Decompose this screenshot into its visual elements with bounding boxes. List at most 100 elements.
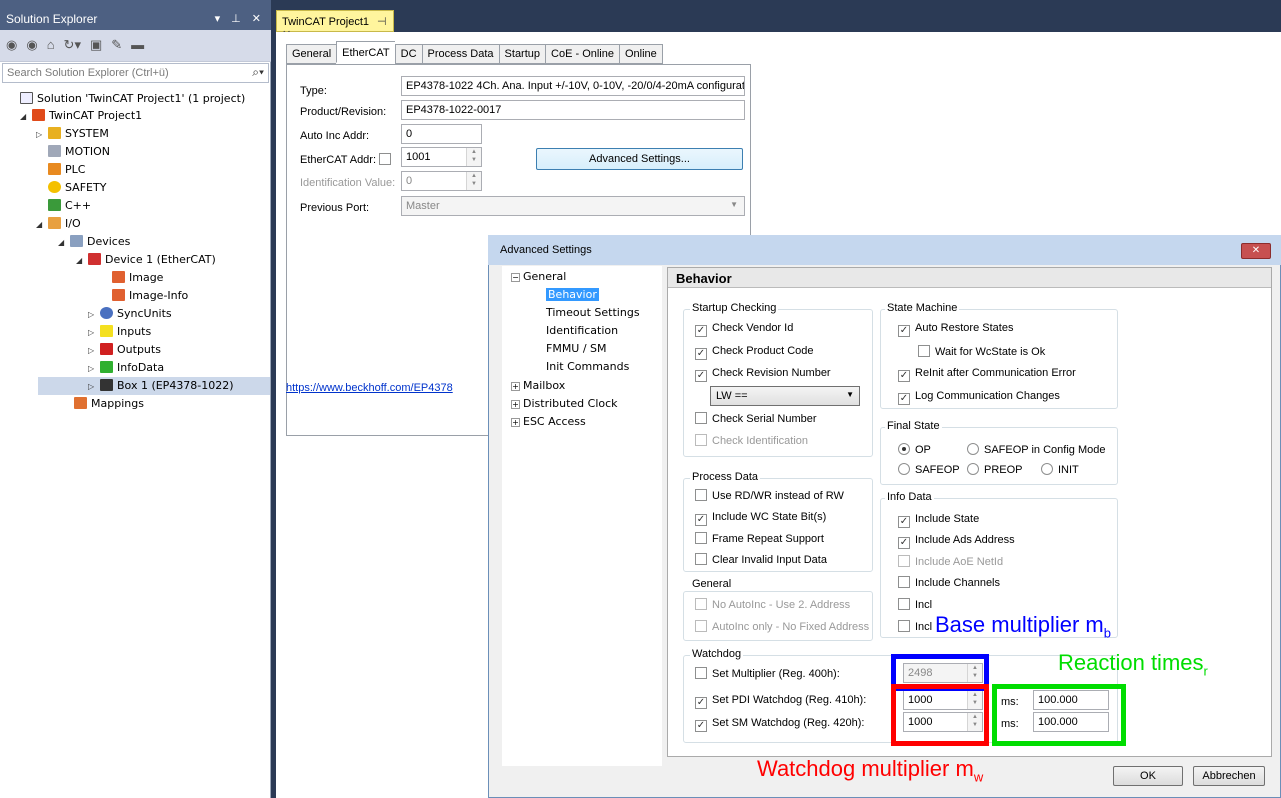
tree-fmmu[interactable]: FMMU / SM: [546, 342, 607, 355]
autoinc-field[interactable]: 0: [401, 124, 482, 144]
checkbox-icon[interactable]: [918, 345, 930, 357]
tree-mailbox[interactable]: + Mailbox: [511, 379, 565, 392]
check-incl6[interactable]: Incl: [898, 620, 932, 633]
collapsed-arrow-icon[interactable]: ▷: [88, 324, 100, 342]
radio-icon[interactable]: [967, 463, 979, 475]
checkbox-icon[interactable]: [695, 667, 707, 679]
tree-item-cpp[interactable]: C++: [48, 197, 91, 215]
check-channels[interactable]: Include Channels: [898, 576, 1000, 589]
panel-controls[interactable]: ▾ ⊥ ✕: [215, 12, 265, 25]
ok-button[interactable]: OK: [1113, 766, 1183, 786]
radio-icon[interactable]: [967, 443, 979, 455]
radio-safeop-config[interactable]: SAFEOP in Config Mode: [967, 443, 1105, 456]
radio-init[interactable]: INIT: [1041, 463, 1079, 476]
advanced-settings-button[interactable]: Advanced Settings...: [536, 148, 743, 170]
expand-icon[interactable]: +: [511, 382, 520, 391]
tree-item-device1[interactable]: ◢ Device 1 (EtherCAT): [76, 251, 216, 269]
expanded-arrow-icon[interactable]: ◢: [58, 234, 70, 252]
collapsed-arrow-icon[interactable]: ▷: [88, 378, 100, 396]
tree-item-mappings[interactable]: Mappings: [74, 395, 144, 413]
tree-item-image[interactable]: Image: [112, 269, 163, 287]
tab-ethercat[interactable]: EtherCAT: [336, 41, 395, 63]
checkbox-checked-icon[interactable]: ✓: [898, 516, 910, 528]
check-pdi-watchdog[interactable]: ✓ Set PDI Watchdog (Reg. 410h):: [695, 694, 866, 709]
search-input[interactable]: Search Solution Explorer (Ctrl+ü) ⌕▾: [2, 63, 269, 83]
ethercat-addr-field[interactable]: 1001 ▲ ▼: [401, 147, 482, 167]
tree-item-safety[interactable]: SAFETY: [48, 179, 106, 197]
checkbox-checked-icon[interactable]: ✓: [898, 537, 910, 549]
tree-timeout[interactable]: Timeout Settings: [546, 306, 640, 319]
check-set-multiplier[interactable]: Set Multiplier (Reg. 400h):: [695, 667, 840, 680]
collapsed-arrow-icon[interactable]: ▷: [88, 360, 100, 378]
checkbox-checked-icon[interactable]: ✓: [695, 720, 707, 732]
check-clear[interactable]: Clear Invalid Input Data: [695, 553, 827, 566]
product-link[interactable]: https://www.beckhoff.com/EP4378: [286, 382, 453, 394]
tree-item-image-info[interactable]: Image-Info: [112, 287, 188, 305]
collapse-icon[interactable]: ▣: [90, 37, 102, 53]
pin-icon[interactable]: ▬: [131, 37, 144, 52]
tree-identification[interactable]: Identification: [546, 324, 618, 337]
back-icon[interactable]: ◉: [6, 37, 17, 53]
properties-icon[interactable]: ✎: [111, 37, 122, 53]
check-rdwr[interactable]: Use RD/WR instead of RW: [695, 489, 844, 502]
check-state[interactable]: ✓ Include State: [898, 513, 979, 528]
check-ads[interactable]: ✓ Include Ads Address: [898, 534, 1015, 549]
tab-online[interactable]: Online: [619, 44, 663, 64]
tree-esc[interactable]: + ESC Access: [511, 415, 586, 428]
checkbox-icon[interactable]: [695, 553, 707, 565]
check-sm-watchdog[interactable]: ✓ Set SM Watchdog (Reg. 420h):: [695, 717, 864, 732]
radio-op[interactable]: OP: [898, 443, 931, 456]
collapse-icon[interactable]: −: [511, 273, 520, 282]
type-field[interactable]: EP4378-1022 4Ch. Ana. Input +/-10V, 0-10…: [401, 76, 745, 96]
forward-icon[interactable]: ◉: [26, 37, 37, 53]
radio-safeop[interactable]: SAFEOP: [898, 463, 960, 476]
expand-icon[interactable]: +: [511, 400, 520, 409]
tree-item-system[interactable]: ▷ SYSTEM: [36, 125, 109, 143]
checkbox-checked-icon[interactable]: ✓: [695, 697, 707, 709]
checkbox-icon[interactable]: [695, 489, 707, 501]
check-reinit[interactable]: ✓ ReInit after Communication Error: [898, 367, 1076, 382]
check-log[interactable]: ✓ Log Communication Changes: [898, 390, 1060, 405]
check-frame[interactable]: Frame Repeat Support: [695, 532, 824, 545]
checkbox-icon[interactable]: [695, 532, 707, 544]
check-serial[interactable]: Check Serial Number: [695, 412, 817, 425]
tree-item-inputs[interactable]: ▷ Inputs: [88, 323, 151, 341]
radio-preop[interactable]: PREOP: [967, 463, 1023, 476]
tree-item-motion[interactable]: MOTION: [48, 143, 110, 161]
expand-icon[interactable]: +: [511, 418, 520, 427]
expanded-arrow-icon[interactable]: ◢: [20, 108, 32, 126]
tree-item-plc[interactable]: PLC: [48, 161, 85, 179]
tab-dc[interactable]: DC: [394, 44, 422, 64]
checkbox-checked-icon[interactable]: ✓: [695, 370, 707, 382]
tree-init[interactable]: Init Commands: [546, 360, 629, 373]
checkbox-checked-icon[interactable]: ✓: [898, 370, 910, 382]
checkbox-checked-icon[interactable]: ✓: [898, 325, 910, 337]
checkbox-checked-icon[interactable]: ✓: [695, 348, 707, 360]
tree-item-outputs[interactable]: ▷ Outputs: [88, 341, 161, 359]
tree-item-syncunits[interactable]: ▷ SyncUnits: [88, 305, 172, 323]
tree-item-devices[interactable]: ◢ Devices: [58, 233, 130, 251]
checkbox-icon[interactable]: [898, 598, 910, 610]
spinner-icon[interactable]: ▲ ▼: [466, 148, 481, 166]
search-icon[interactable]: ⌕▾: [252, 65, 264, 80]
check-vendor[interactable]: ✓ Check Vendor Id: [695, 322, 793, 337]
tree-behavior[interactable]: Behavior: [546, 288, 599, 301]
tab-process-data[interactable]: Process Data: [421, 44, 499, 64]
collapsed-arrow-icon[interactable]: ▷: [88, 306, 100, 324]
expanded-arrow-icon[interactable]: ◢: [76, 252, 88, 270]
product-field[interactable]: EP4378-1022-0017: [401, 100, 745, 120]
checkbox-icon[interactable]: [898, 620, 910, 632]
tab-startup[interactable]: Startup: [498, 44, 546, 64]
radio-icon[interactable]: [898, 463, 910, 475]
ethercat-addr-checkbox[interactable]: [379, 153, 392, 165]
check-auto-restore[interactable]: ✓ Auto Restore States: [898, 322, 1013, 337]
tree-dc[interactable]: + Distributed Clock: [511, 397, 618, 410]
tab-general[interactable]: General: [286, 44, 337, 64]
check-revision[interactable]: ✓ Check Revision Number: [695, 367, 831, 382]
close-icon[interactable]: ✕: [1241, 243, 1271, 259]
check-incl5[interactable]: Incl: [898, 598, 932, 611]
collapsed-arrow-icon[interactable]: ▷: [36, 126, 48, 144]
tree-item-box1[interactable]: ▷ Box 1 (EP4378-1022): [38, 377, 270, 395]
document-tab[interactable]: TwinCAT Project1⊣ ✕: [276, 10, 394, 41]
tree-item-project[interactable]: ◢ TwinCAT Project1: [20, 107, 142, 125]
